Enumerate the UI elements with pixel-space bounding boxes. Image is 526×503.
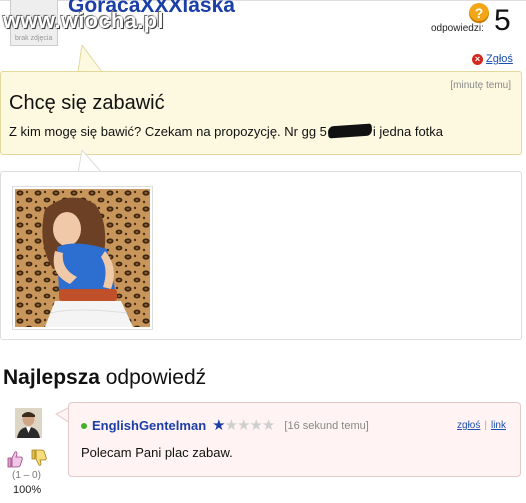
answers-label: odpowiedzi: [431, 23, 484, 34]
report-x-icon: × [472, 53, 483, 65]
vote-percent: 100% [13, 484, 42, 496]
answer-links: zgłoś | link [457, 420, 506, 431]
attachment-box [0, 171, 522, 340]
answer-time: [16 sekund temu] [284, 419, 369, 432]
question-bubble-tail [77, 45, 103, 73]
question-icon: ? [469, 3, 489, 23]
answerer-username[interactable]: EnglishGentelman [92, 418, 206, 433]
photo-image [15, 189, 150, 327]
thumbs-down-icon[interactable] [30, 449, 48, 467]
answer-text: Polecam Pani plac zabaw. [81, 445, 233, 460]
best-answer-box: EnglishGentelman ★★★★★ [16 sekund temu] … [68, 402, 521, 477]
rating-stars: ★★★★★ [212, 417, 276, 434]
site-watermark: www.wiocha.pl [3, 8, 164, 33]
question-time: [minutę temu] [450, 80, 511, 91]
question-page: brak zdjęcia GoracaXXXlaska www.wiocha.p… [0, 0, 526, 503]
permalink-link[interactable]: link [491, 420, 506, 431]
rating-star-empty-icons: ★★★★ [224, 417, 276, 434]
vote-counts: (1 – 0) [12, 470, 41, 481]
question-title: Chcę się zabawić [9, 92, 165, 114]
question-box: [minutę temu] Chcę się zabawić Z kim mog… [0, 71, 522, 155]
report-answer-link[interactable]: zgłoś [457, 420, 480, 431]
redaction-mark [327, 123, 373, 139]
report-label[interactable]: Zgłoś [486, 53, 513, 65]
question-body-start: Z kim mogę się bawić? Czekam na propozyc… [9, 124, 327, 139]
avatar-placeholder-label: brak zdjęcia [15, 35, 53, 42]
link-separator: | [484, 420, 487, 431]
thumbs-up-icon[interactable] [6, 450, 24, 468]
attached-photo[interactable] [12, 186, 153, 330]
online-status-icon [81, 422, 87, 429]
best-answer-heading: Najlepsza odpowiedź [3, 366, 206, 390]
report-question-link[interactable]: × Zgłoś [472, 53, 513, 65]
best-answer-heading-rest: odpowiedź [99, 366, 207, 389]
best-answer-heading-bold: Najlepsza [3, 366, 100, 389]
rating-star-filled-icon: ★ [212, 417, 225, 434]
question-body-end: i jedna fotka [372, 124, 444, 139]
answerer-avatar[interactable] [15, 408, 42, 438]
answers-count: 5 [494, 4, 511, 37]
question-body: Z kim mogę się bawić? Czekam na propozyc… [9, 123, 444, 139]
answer-header: EnglishGentelman ★★★★★ [16 sekund temu] [81, 418, 369, 433]
